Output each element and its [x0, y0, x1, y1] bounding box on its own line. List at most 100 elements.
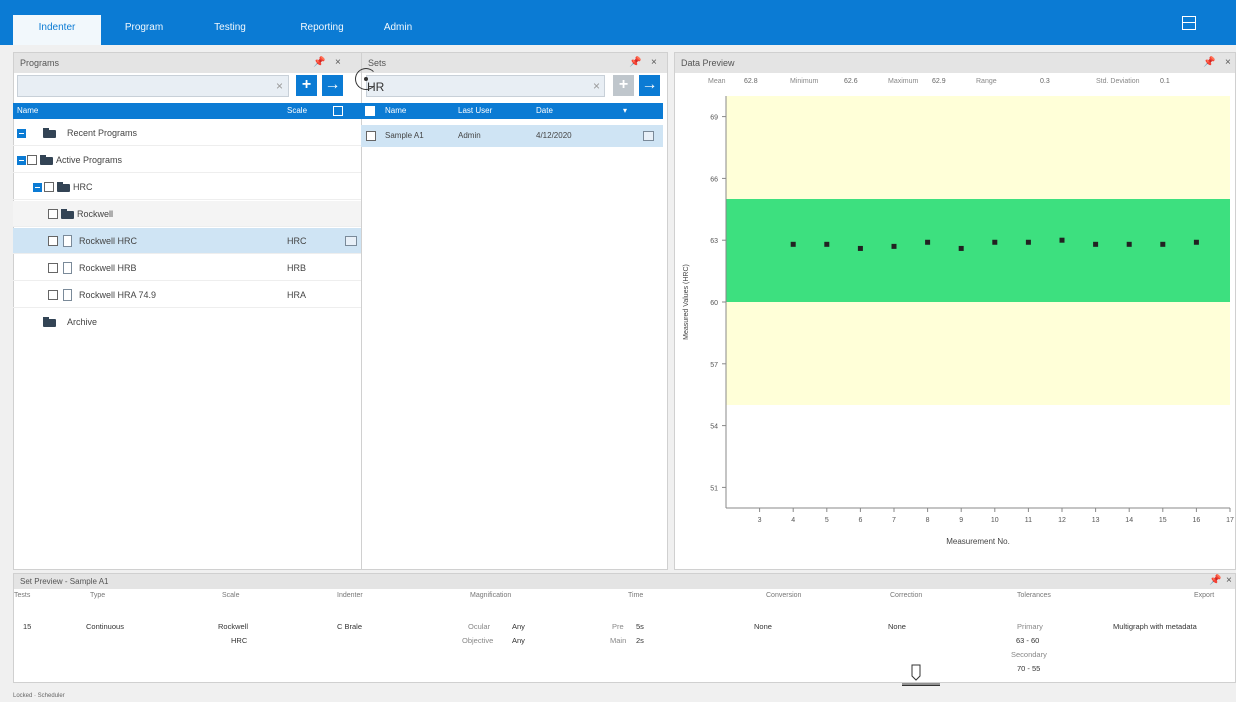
col-type: Type	[90, 592, 106, 599]
column-scale[interactable]: Scale	[287, 103, 307, 119]
tree-item-rockwell[interactable]: Rockwell	[13, 201, 369, 227]
data-point	[958, 245, 964, 251]
tab-program[interactable]: Program	[109, 17, 179, 45]
pin-icon[interactable]: 📌	[1203, 53, 1215, 73]
scale-sub-value: HRC	[231, 636, 248, 645]
programs-panel-title: Programs	[14, 53, 361, 73]
tree-item-scale: HRA	[287, 290, 307, 300]
tree-item-label: Active Programs	[56, 155, 123, 165]
x-tick-label: 16	[1193, 517, 1201, 524]
stat-label-minimum: Minimum	[790, 78, 819, 85]
conversion-value: None	[754, 622, 772, 631]
col-magnification: Magnification	[470, 592, 512, 599]
data-point	[992, 239, 998, 245]
x-tick-label: 17	[1226, 517, 1234, 524]
tab-reporting[interactable]: Reporting	[289, 17, 355, 45]
data-point	[1160, 241, 1166, 247]
checkbox[interactable]	[48, 209, 58, 219]
close-icon[interactable]: ×	[1226, 571, 1232, 591]
y-axis-label: Measured Values (HRC)	[683, 264, 690, 340]
tree-item-rockwell-hrb[interactable]: Rockwell HRB HRB	[13, 255, 369, 281]
data-point	[891, 243, 897, 249]
col-time: Time	[628, 592, 644, 599]
column-last-user[interactable]: Last User	[458, 103, 492, 119]
data-point	[1193, 239, 1199, 245]
clear-search-icon[interactable]: ×	[593, 80, 605, 92]
tree-item-rockwell-hrc[interactable]: Rockwell HRC HRC	[13, 228, 369, 254]
folder-icon	[57, 182, 70, 192]
tree-item-active-programs[interactable]: Active Programs	[13, 147, 369, 173]
expand-icon[interactable]	[17, 129, 26, 138]
correction-indenter-icon	[902, 664, 940, 686]
checkbox[interactable]	[48, 263, 58, 273]
set-last-user: Admin	[458, 131, 481, 140]
y-tick-label: 54	[710, 424, 718, 431]
program-file-icon	[63, 235, 72, 247]
column-date[interactable]: Date	[536, 103, 553, 119]
pre-time-value: 5s	[636, 622, 644, 631]
tree-item-recent-programs[interactable]: Recent Programs	[13, 120, 369, 146]
data-point	[790, 241, 796, 247]
pin-icon[interactable]: 📌	[629, 53, 641, 73]
x-tick-label: 11	[1025, 517, 1032, 524]
program-search-input[interactable]: ×	[17, 75, 289, 97]
checkbox[interactable]	[48, 236, 58, 246]
column-options-icon[interactable]	[333, 106, 343, 116]
correction-value: None	[888, 622, 906, 631]
tree-item-label: Rockwell HRC	[79, 236, 138, 246]
status-bar: Locked · Scheduler	[13, 693, 65, 699]
checkbox[interactable]	[44, 182, 54, 192]
add-program-button[interactable]: +	[296, 75, 317, 96]
select-all-checkbox[interactable]	[365, 106, 375, 116]
open-set-button[interactable]: →	[639, 75, 660, 96]
sets-column-header: Name Last User Date ▾	[361, 103, 663, 119]
edit-icon[interactable]	[345, 236, 357, 246]
checkbox[interactable]	[366, 131, 376, 141]
export-value: Multigraph with metadata	[1113, 622, 1197, 631]
clear-search-icon[interactable]: ×	[276, 80, 288, 92]
pin-icon[interactable]: 📌	[313, 53, 325, 73]
edit-icon[interactable]	[643, 131, 654, 141]
set-search-input[interactable]: ×	[366, 75, 605, 97]
pin-icon[interactable]: 📌	[1209, 571, 1221, 591]
column-name[interactable]: Name	[17, 103, 38, 119]
objective-value: Any	[512, 636, 525, 645]
ocular-label: Ocular	[468, 622, 491, 631]
add-set-button[interactable]: +	[613, 75, 634, 96]
folder-icon	[43, 128, 56, 138]
tree-item-label: Rockwell	[77, 209, 114, 219]
tree-item-label: HRC	[73, 182, 93, 192]
primary-tolerance-value: 63 - 60	[1016, 636, 1040, 645]
open-folder-icon	[40, 155, 53, 165]
close-icon[interactable]: ×	[335, 53, 341, 73]
indenter-value: C Brale	[337, 622, 363, 631]
x-tick-label: 3	[758, 517, 762, 524]
collapse-icon[interactable]	[17, 156, 26, 165]
tree-item-hrc[interactable]: HRC	[13, 174, 369, 200]
set-row-sample-a1[interactable]: Sample A1 Admin 4/12/2020	[361, 125, 663, 147]
checkbox[interactable]	[27, 155, 37, 165]
collapse-icon[interactable]	[33, 183, 42, 192]
primary-tolerance-label: Primary	[1017, 622, 1043, 631]
measurement-chart: 51 54 57 60 63 66 69 3 4 5 6 7 8 9 10 11 12 13 14 15 16 17 Mea…	[683, 96, 1234, 546]
stat-label-range: Range	[976, 78, 997, 85]
close-icon[interactable]: ×	[651, 53, 657, 73]
y-tick-label: 66	[710, 176, 718, 183]
checkbox[interactable]	[48, 290, 58, 300]
tab-admin[interactable]: Admin	[372, 17, 424, 45]
stat-value-std-deviation: 0.1	[1160, 78, 1170, 85]
x-tick-label: 12	[1058, 517, 1066, 524]
tab-indenter[interactable]: Indenter	[13, 15, 101, 45]
layout-toggle-icon[interactable]	[1182, 16, 1196, 30]
y-tick-label: 69	[710, 115, 718, 122]
stat-value-minimum: 62.6	[844, 78, 858, 85]
tree-item-label: Archive	[67, 317, 98, 327]
set-date: 4/12/2020	[536, 131, 572, 140]
tab-testing[interactable]: Testing	[200, 17, 260, 45]
tree-item-rockwell-hra[interactable]: Rockwell HRA 74.9 HRA	[13, 282, 369, 308]
close-icon[interactable]: ×	[1225, 53, 1231, 73]
tree-item-archive[interactable]: Archive	[13, 309, 369, 335]
open-program-button[interactable]: →	[322, 75, 343, 96]
column-name[interactable]: Name	[385, 103, 406, 119]
data-point	[857, 245, 863, 251]
